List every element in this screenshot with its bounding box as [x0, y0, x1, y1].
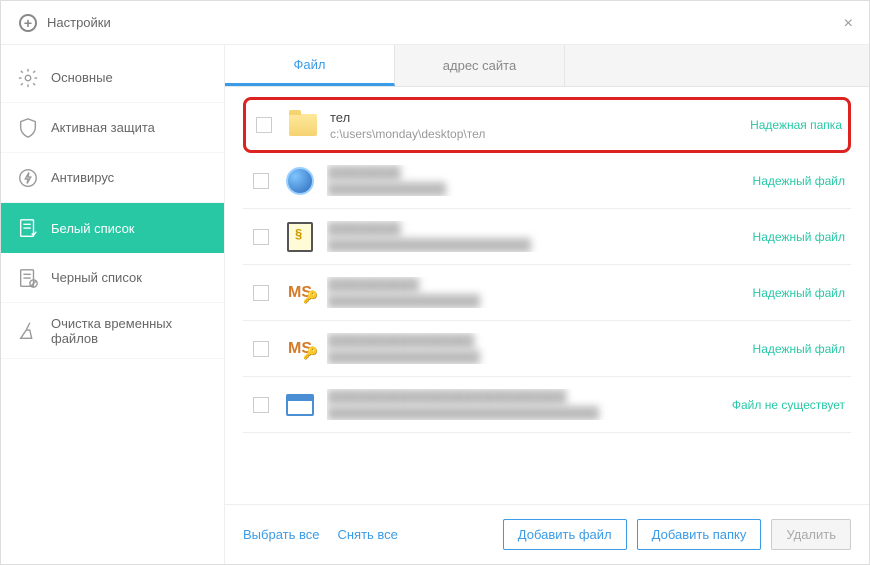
whitelist-content: тел c:\users\monday\desktop\тел Надежная… [225, 87, 869, 504]
folder-icon [288, 110, 318, 140]
row-name: ████████████████ [327, 333, 743, 348]
row-checkbox[interactable] [253, 397, 269, 413]
main-panel: Файл адрес сайта тел c:\users\monday\des… [225, 45, 869, 564]
row-checkbox[interactable] [253, 341, 269, 357]
orb-icon [285, 166, 315, 196]
row-name: ████████ [327, 221, 743, 236]
broom-icon [17, 320, 39, 342]
sidebar-label: Белый список [51, 221, 135, 236]
row-path: ██████████████████ [327, 350, 743, 364]
row-name: ████████ [327, 165, 743, 180]
sidebar-label: Черный список [51, 270, 142, 285]
row-status: Надежная папка [750, 118, 842, 132]
settings-window: + Настройки × Основные Активная защита А… [0, 0, 870, 565]
sidebar-item-tempclean[interactable]: Очистка временных файлов [1, 303, 224, 359]
row-status: Надежный файл [753, 286, 845, 300]
row-path: ██████████████ [327, 182, 743, 196]
footer: Выбрать все Снять все Добавить файл Доба… [225, 504, 869, 564]
row-status: Файл не существует [732, 398, 845, 412]
ms-key-icon: MS [285, 278, 315, 308]
shield-icon [17, 117, 39, 139]
row-info: ████████ ████████████████████████ [327, 221, 743, 252]
list-row[interactable]: ████████ ████████████████████████ Надежн… [243, 209, 851, 265]
window-title: Настройки [47, 15, 111, 30]
tabs: Файл адрес сайта [225, 45, 869, 87]
row-info: ██████████ ██████████████████ [327, 277, 743, 308]
plus-icon: + [19, 14, 37, 32]
list-row[interactable]: MS ██████████ ██████████████████ Надежны… [243, 265, 851, 321]
row-checkbox[interactable] [253, 229, 269, 245]
window-icon [285, 390, 315, 420]
row-path: ██████████████████ [327, 294, 743, 308]
sidebar-label: Очистка временных файлов [51, 316, 208, 346]
tab-file[interactable]: Файл [225, 45, 395, 86]
tab-site[interactable]: адрес сайта [395, 45, 565, 86]
select-all-link[interactable]: Выбрать все [243, 527, 319, 542]
row-status: Надежный файл [753, 174, 845, 188]
row-path: c:\users\monday\desktop\тел [330, 127, 740, 141]
bolt-icon [17, 167, 39, 189]
list-row[interactable]: ██████████████████████████ █████████████… [243, 377, 851, 433]
sidebar-label: Антивирус [51, 170, 114, 185]
gear-icon [17, 67, 39, 89]
sidebar: Основные Активная защита Антивирус Белый… [1, 45, 225, 564]
list-row[interactable]: MS ████████████████ ██████████████████ Н… [243, 321, 851, 377]
row-info: ████████████████ ██████████████████ [327, 333, 743, 364]
add-folder-button[interactable]: Добавить папку [637, 519, 762, 550]
add-file-button[interactable]: Добавить файл [503, 519, 627, 550]
titlebar: + Настройки × [1, 1, 869, 45]
row-name: ██████████████████████████ [327, 389, 722, 404]
row-name: ██████████ [327, 277, 743, 292]
list-row[interactable]: тел c:\users\monday\desktop\тел Надежная… [243, 97, 851, 153]
list-row[interactable]: ████████ ██████████████ Надежный файл [243, 153, 851, 209]
sidebar-item-antivirus[interactable]: Антивирус [1, 153, 224, 203]
row-name: тел [330, 110, 740, 125]
row-checkbox[interactable] [253, 173, 269, 189]
row-path: ████████████████████████ [327, 238, 743, 252]
ms-key-icon: MS [285, 334, 315, 364]
sidebar-item-protection[interactable]: Активная защита [1, 103, 224, 153]
sidebar-item-blacklist[interactable]: Черный список [1, 253, 224, 303]
list-check-icon [17, 217, 39, 239]
row-info: ██████████████████████████ █████████████… [327, 389, 722, 420]
list-block-icon [17, 267, 39, 289]
sidebar-item-whitelist[interactable]: Белый список [1, 203, 224, 253]
row-checkbox[interactable] [256, 117, 272, 133]
row-info: тел c:\users\monday\desktop\тел [330, 110, 740, 141]
row-info: ████████ ██████████████ [327, 165, 743, 196]
row-status: Надежный файл [753, 230, 845, 244]
close-button[interactable]: × [844, 15, 853, 33]
delete-button[interactable]: Удалить [771, 519, 851, 550]
sidebar-label: Активная защита [51, 120, 155, 135]
sidebar-item-general[interactable]: Основные [1, 53, 224, 103]
row-path: ████████████████████████████████ [327, 406, 722, 420]
row-checkbox[interactable] [253, 285, 269, 301]
sidebar-label: Основные [51, 70, 113, 85]
scroll-icon [285, 222, 315, 252]
deselect-all-link[interactable]: Снять все [337, 527, 397, 542]
row-status: Надежный файл [753, 342, 845, 356]
